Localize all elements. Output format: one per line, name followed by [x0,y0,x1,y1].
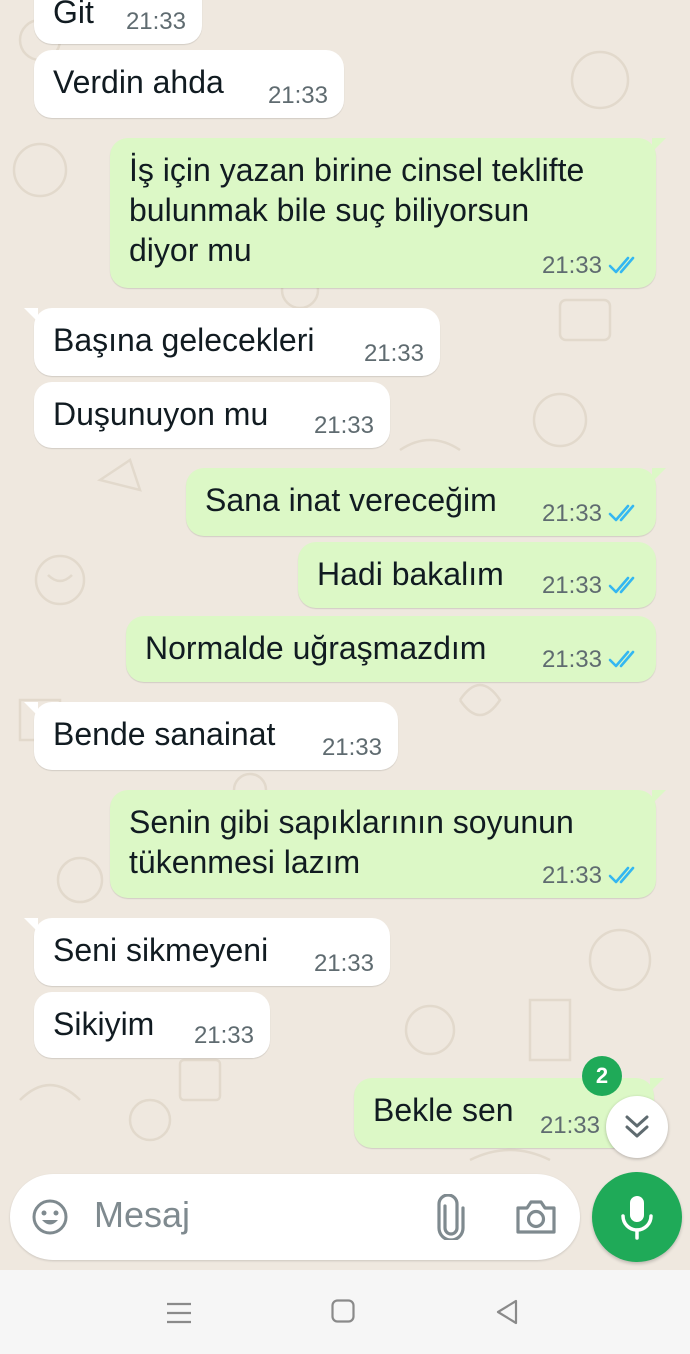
incoming-message-bubble[interactable]: Verdin ahda 21:33 [34,50,344,118]
incoming-message-bubble[interactable]: Sikiyim 21:33 [34,992,270,1058]
message-text: tükenmesi lazım [129,844,361,880]
message-text: diyor mu [129,232,252,268]
message-text: Verdin ahda [53,64,224,100]
message-text: Sikiyim [53,1006,155,1042]
menu-lines-icon[interactable] [164,1298,194,1333]
outgoing-message-bubble[interactable]: Normalde uğraşmazdım 21:33 [126,616,656,682]
message-text: Bende sanainat [53,716,276,752]
message-text: Hadi bakalım [317,556,504,592]
camera-icon[interactable] [514,1198,558,1241]
message-timestamp: 21:33 [267,82,328,109]
incoming-message-bubble[interactable]: Git 21:33 [34,0,202,44]
message-timestamp: 21:33 [313,950,374,977]
message-timestamp: 21:33 [541,500,602,527]
message-timestamp: 21:33 [541,862,602,889]
microphone-icon [621,1196,653,1240]
incoming-message-bubble[interactable]: Seni sikmeyeni 21:33 [24,918,390,986]
system-navigation-bar [0,1270,690,1354]
incoming-message-bubble[interactable]: Bende sanainat 21:33 [24,702,398,770]
message-text: Duşunuyon mu [53,396,269,432]
unread-count-badge: 2 [582,1056,622,1096]
message-text: Sana inat vereceğim [205,482,497,518]
message-text: Git [53,0,94,30]
triangle-back-icon[interactable] [494,1298,520,1331]
scroll-to-bottom-button[interactable] [606,1096,668,1158]
message-text: Normalde uğraşmazdım [145,630,487,666]
message-text: Senin gibi sapıklarının soyunun [129,804,574,840]
message-text: İş için yazan birine cinsel teklifte [129,152,585,188]
emoji-icon[interactable] [30,1197,70,1242]
message-timestamp: 21:33 [539,1112,600,1139]
message-timestamp: 21:33 [321,734,382,761]
double-check-read-icon [608,576,635,594]
outgoing-message-bubble[interactable]: Hadi bakalım 21:33 [298,542,656,608]
message-text: Seni sikmeyeni [53,932,269,968]
square-home-icon[interactable] [330,1298,356,1329]
message-timestamp: 21:33 [313,412,374,439]
voice-message-button[interactable] [592,1172,682,1262]
incoming-message-bubble[interactable]: Duşunuyon mu 21:33 [34,382,390,448]
message-timestamp: 21:33 [541,646,602,673]
outgoing-message-bubble[interactable]: Sana inat vereceğim 21:33 [186,468,666,536]
message-text: bulunmak bile suç biliyorsun [129,192,530,228]
double-check-read-icon [608,650,635,668]
double-check-read-icon [608,256,635,274]
message-timestamp: 21:33 [125,8,186,35]
incoming-message-bubble[interactable]: Başına gelecekleri 21:33 [24,308,440,376]
double-chevron-down-icon [625,1115,649,1138]
double-check-read-icon [608,866,635,884]
double-check-read-icon [608,504,635,522]
message-text: Başına gelecekleri [53,322,315,358]
message-input-field[interactable]: Mesaj [94,1194,190,1236]
outgoing-message-bubble[interactable]: İş için yazan birine cinsel teklifte bulu… [110,138,666,288]
message-timestamp: 21:33 [541,572,602,599]
message-text: Bekle sen [373,1092,514,1128]
message-timestamp: 21:33 [363,340,424,367]
message-input-bar[interactable]: Mesaj [10,1174,580,1260]
message-timestamp: 21:33 [541,252,602,279]
outgoing-message-bubble[interactable]: Senin gibi sapıklarının soyunun tükenmesi… [110,790,666,898]
paperclip-icon[interactable] [434,1193,468,1245]
message-timestamp: 21:33 [193,1022,254,1049]
